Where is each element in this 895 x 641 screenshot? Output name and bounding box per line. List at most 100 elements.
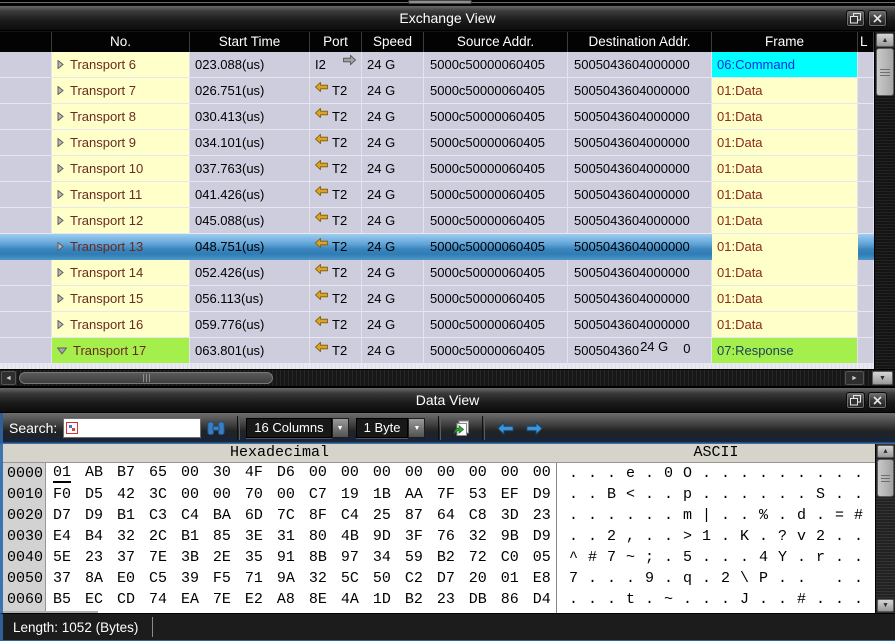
hex-byte[interactable]: 53 xyxy=(469,486,487,503)
hex-byte[interactable]: 3D xyxy=(501,507,519,524)
hex-byte[interactable]: 72 xyxy=(469,549,487,566)
expand-triangle[interactable] xyxy=(57,187,64,202)
exchange-row[interactable]: Transport 11041.426(us)T224 G5000c500000… xyxy=(0,182,874,208)
hex-byte[interactable]: EC xyxy=(85,591,103,608)
parent-scrollbar-fragment[interactable] xyxy=(408,0,472,4)
hex-row[interactable]: 0050378AE0C539F5719A325C50C2D72001E87...… xyxy=(3,568,875,589)
hex-byte[interactable]: D6 xyxy=(277,464,295,483)
restore-button[interactable] xyxy=(846,10,865,27)
hex-byte[interactable]: D5 xyxy=(85,486,103,503)
hex-byte[interactable]: CD xyxy=(117,591,135,608)
hex-byte[interactable]: 3B xyxy=(181,549,199,566)
hex-byte[interactable]: 6D xyxy=(245,507,263,524)
exchange-row[interactable]: Transport 9034.101(us)T224 G5000c5000006… xyxy=(0,130,874,156)
hex-byte[interactable]: D7 xyxy=(437,570,455,587)
scroll-down-button[interactable]: ▼ xyxy=(877,599,894,612)
hex-byte[interactable]: C0 xyxy=(501,549,519,566)
hex-byte[interactable]: DB xyxy=(469,591,487,608)
hex-byte[interactable]: 3C xyxy=(149,486,167,503)
column-header-l[interactable]: L xyxy=(858,32,874,52)
column-header-destination-addr[interactable]: Destination Addr. xyxy=(568,32,712,52)
hex-byte[interactable]: 74 xyxy=(149,591,167,608)
hex-byte[interactable]: 37 xyxy=(117,549,135,566)
expand-triangle[interactable] xyxy=(57,213,64,228)
scroll-down-button[interactable]: ▼ xyxy=(872,371,893,385)
expand-triangle[interactable] xyxy=(57,265,64,280)
column-header-blank[interactable] xyxy=(0,32,52,52)
hex-byte[interactable]: EF xyxy=(501,486,519,503)
hex-byte[interactable]: E0 xyxy=(117,570,135,587)
close-button[interactable] xyxy=(868,392,887,409)
hex-row[interactable]: 0010F0D5423C00007000C7191BAA7F53EFD9..B<… xyxy=(3,484,875,505)
hex-byte[interactable]: 31 xyxy=(277,528,295,545)
hex-byte[interactable]: 1B xyxy=(373,486,391,503)
horizontal-scroll-thumb[interactable] xyxy=(19,372,273,384)
hex-byte[interactable]: B2 xyxy=(437,549,455,566)
hex-row[interactable]: 0060B5ECCD74EA7EE2A88E4A1DB223DB86D4...t… xyxy=(3,589,875,610)
next-button[interactable] xyxy=(526,422,543,435)
exchange-row[interactable]: Transport 16059.776(us)T224 G5000c500000… xyxy=(0,312,874,338)
exchange-row[interactable]: Transport 13048.751(us)T224 G5000c500000… xyxy=(0,234,874,260)
find-button[interactable] xyxy=(207,421,225,436)
hex-byte[interactable]: 80 xyxy=(309,528,327,545)
hex-byte[interactable]: 70 xyxy=(245,486,263,503)
hex-row[interactable]: 00405E23377E3B2E35918B973459B272C005^#7~… xyxy=(3,547,875,568)
hex-byte[interactable]: 8A xyxy=(85,570,103,587)
hex-byte[interactable]: 32 xyxy=(117,528,135,545)
hex-byte[interactable]: 7C xyxy=(277,507,295,524)
hex-byte[interactable]: A8 xyxy=(277,591,295,608)
previous-button[interactable] xyxy=(497,422,514,435)
columns-dropdown[interactable]: 16 Columns xyxy=(246,418,331,438)
expand-triangle[interactable] xyxy=(57,135,64,150)
hex-row[interactable]: 000001ABB76500304FD60000000000000000...e… xyxy=(3,463,875,484)
hex-byte[interactable]: 00 xyxy=(373,464,391,483)
hex-byte[interactable]: 9A xyxy=(277,570,295,587)
hex-byte[interactable]: C2 xyxy=(405,570,423,587)
scroll-up-button[interactable]: ▲ xyxy=(876,33,894,47)
hex-byte[interactable]: 97 xyxy=(341,549,359,566)
hex-byte[interactable]: 32 xyxy=(469,528,487,545)
hex-byte[interactable]: 00 xyxy=(213,486,231,503)
expand-triangle[interactable] xyxy=(57,161,64,176)
hex-byte[interactable]: B4 xyxy=(85,528,103,545)
exchange-view-titlebar[interactable]: Exchange View xyxy=(0,6,895,31)
expand-triangle[interactable] xyxy=(57,239,64,254)
expand-triangle[interactable] xyxy=(57,83,64,98)
hex-byte[interactable]: B1 xyxy=(117,507,135,524)
exchange-vertical-scrollbar[interactable]: ▲ xyxy=(874,32,895,369)
column-header-source-addr[interactable]: Source Addr. xyxy=(424,32,568,52)
hex-byte[interactable]: 5E xyxy=(53,549,71,566)
hex-byte[interactable]: 4A xyxy=(341,591,359,608)
data-view-titlebar[interactable]: Data View xyxy=(0,388,895,413)
hex-byte[interactable]: 25 xyxy=(373,507,391,524)
hex-byte[interactable]: 00 xyxy=(181,486,199,503)
hex-byte[interactable]: 91 xyxy=(277,549,295,566)
hex-byte[interactable]: F5 xyxy=(213,570,231,587)
hex-byte[interactable]: B1 xyxy=(181,528,199,545)
hex-row[interactable]: 0020D7D9B1C3C4BA6D7C8FC4258764C83D23....… xyxy=(3,505,875,526)
expand-triangle[interactable] xyxy=(57,109,64,124)
expand-triangle[interactable] xyxy=(57,291,64,306)
hex-byte[interactable]: D9 xyxy=(533,486,551,503)
exchange-horizontal-scrollbar[interactable]: ◄ ► ▼ xyxy=(0,369,895,386)
hex-byte[interactable]: 00 xyxy=(469,464,487,483)
restore-button[interactable] xyxy=(846,392,865,409)
hex-byte[interactable]: 00 xyxy=(181,464,199,483)
columns-dropdown-arrow[interactable]: ▼ xyxy=(332,418,349,438)
hex-byte[interactable]: 7E xyxy=(213,591,231,608)
hex-byte[interactable]: C4 xyxy=(181,507,199,524)
scroll-left-button[interactable]: ◄ xyxy=(1,371,16,385)
hex-byte[interactable]: 4B xyxy=(341,528,359,545)
hex-byte[interactable]: 2E xyxy=(213,549,231,566)
column-header-no[interactable]: No. xyxy=(52,32,190,52)
hex-byte[interactable]: C8 xyxy=(469,507,487,524)
hex-byte[interactable]: 20 xyxy=(469,570,487,587)
hex-byte[interactable]: 32 xyxy=(309,570,327,587)
hex-byte[interactable]: 86 xyxy=(501,591,519,608)
hex-byte[interactable]: 7F xyxy=(437,486,455,503)
expand-triangle[interactable] xyxy=(57,317,64,332)
column-header-port[interactable]: Port xyxy=(310,32,362,52)
hex-byte[interactable]: 8B xyxy=(309,549,327,566)
column-header-speed[interactable]: Speed xyxy=(362,32,424,52)
hex-byte[interactable]: EA xyxy=(181,591,199,608)
